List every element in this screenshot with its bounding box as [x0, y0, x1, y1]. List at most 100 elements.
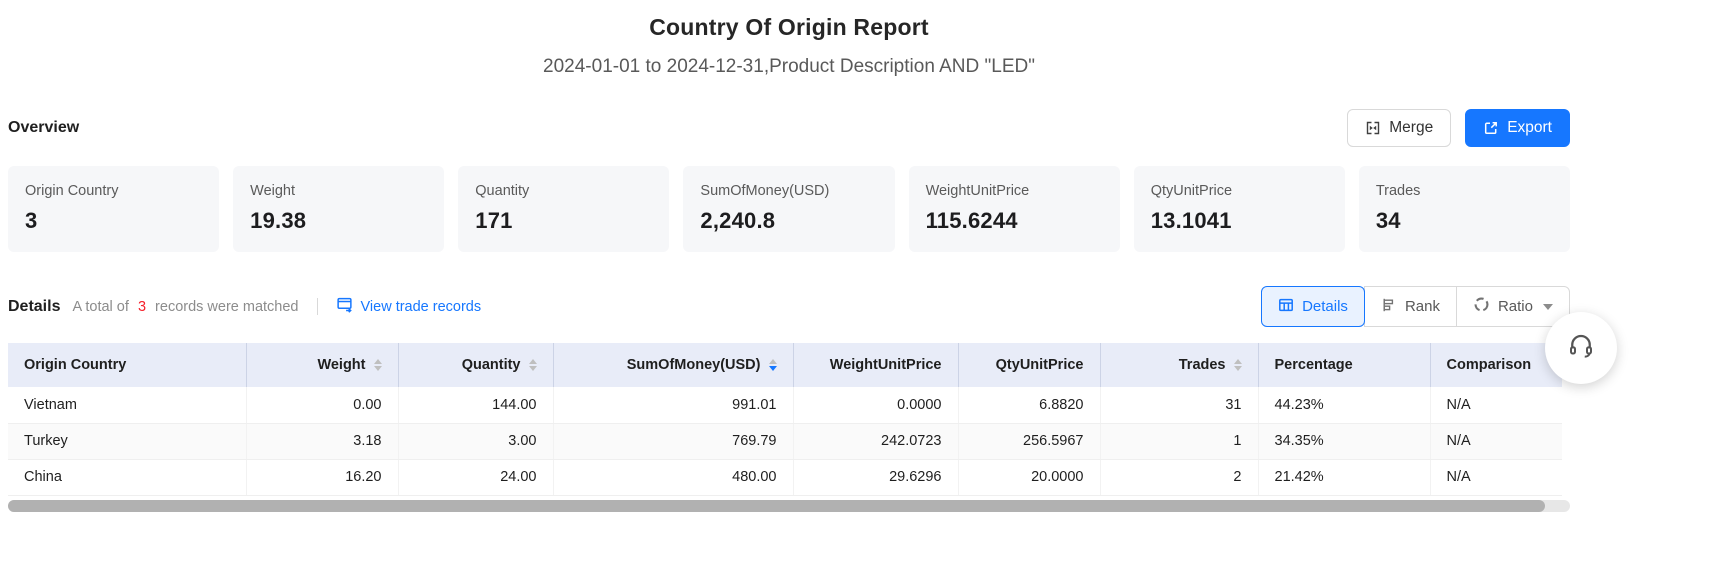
column-header-weight-unit-price: WeightUnitPrice — [793, 343, 958, 387]
merge-cells-icon — [1365, 120, 1381, 136]
cell-quantity: 144.00 — [398, 387, 553, 423]
stat-card-quantity: Quantity 171 — [458, 166, 669, 252]
horizontal-scrollbar[interactable] — [8, 500, 1570, 512]
external-link-icon — [1483, 120, 1499, 136]
stat-card-trades: Trades 34 — [1359, 166, 1570, 252]
export-button-label: Export — [1507, 119, 1552, 137]
column-header-origin-country: Origin Country — [8, 343, 246, 387]
headset-icon — [1566, 331, 1596, 366]
cell-weight: 0.00 — [246, 387, 398, 423]
cell-comparison: N/A — [1430, 423, 1562, 459]
column-label: WeightUnitPrice — [830, 357, 942, 373]
overview-bar: Overview Merge Export — [8, 109, 1570, 147]
column-header-percentage: Percentage — [1258, 343, 1430, 387]
column-label: Quantity — [462, 357, 521, 373]
stat-card-origin-country: Origin Country 3 — [8, 166, 219, 252]
table-row: Vietnam 0.00 144.00 991.01 0.0000 6.8820… — [8, 387, 1562, 423]
cell-sum-of-money: 480.00 — [553, 459, 793, 495]
match-summary: A total of 3 records were matched — [72, 299, 298, 315]
match-count: 3 — [138, 299, 146, 315]
scrollbar-thumb[interactable] — [8, 500, 1545, 512]
column-header-trades[interactable]: Trades — [1100, 343, 1258, 387]
stat-label: Trades — [1376, 183, 1553, 199]
stat-label: QtyUnitPrice — [1151, 183, 1328, 199]
column-label: Trades — [1179, 357, 1226, 373]
table-row: China 16.20 24.00 480.00 29.6296 20.0000… — [8, 459, 1562, 495]
caret-down-icon — [1543, 304, 1553, 310]
sort-carets-icon[interactable] — [1234, 359, 1242, 371]
cell-weight: 3.18 — [246, 423, 398, 459]
column-header-quantity[interactable]: Quantity — [398, 343, 553, 387]
stat-card-qty-unit-price: QtyUnitPrice 13.1041 — [1134, 166, 1345, 252]
merge-button[interactable]: Merge — [1347, 109, 1451, 147]
details-bar: Details A total of 3 records were matche… — [8, 286, 1570, 327]
view-trade-records-link[interactable]: View trade records — [336, 296, 482, 317]
page-subtitle: 2024-01-01 to 2024-12-31,Product Descrip… — [8, 56, 1570, 78]
view-trade-records-label: View trade records — [361, 299, 482, 315]
stat-value: 171 — [475, 208, 652, 234]
cell-percentage: 21.42% — [1258, 459, 1430, 495]
view-switcher: Details Rank Ratio — [1261, 286, 1570, 327]
cell-weight-unit-price: 29.6296 — [793, 459, 958, 495]
ratio-circle-icon — [1473, 296, 1490, 317]
column-label: Comparison — [1447, 357, 1532, 373]
column-label: Percentage — [1275, 357, 1353, 373]
stat-label: Origin Country — [25, 183, 202, 199]
cell-sum-of-money: 769.79 — [553, 423, 793, 459]
stat-value: 2,240.8 — [700, 208, 877, 234]
sort-carets-icon[interactable] — [529, 359, 537, 371]
cell-origin-country: China — [8, 459, 246, 495]
tab-ratio[interactable]: Ratio — [1456, 286, 1570, 327]
cell-sum-of-money: 991.01 — [553, 387, 793, 423]
cell-quantity: 24.00 — [398, 459, 553, 495]
rank-bars-icon — [1381, 297, 1397, 317]
table-body: Vietnam 0.00 144.00 991.01 0.0000 6.8820… — [8, 387, 1562, 495]
stat-value: 115.6244 — [926, 208, 1103, 234]
summary-prefix: A total of — [72, 299, 128, 315]
sort-carets-icon[interactable] — [374, 359, 382, 371]
details-heading: Details — [8, 298, 60, 316]
stat-value: 34 — [1376, 208, 1553, 234]
tab-rank-label: Rank — [1405, 298, 1440, 315]
page-title: Country Of Origin Report — [8, 14, 1570, 41]
cell-weight-unit-price: 0.0000 — [793, 387, 958, 423]
sort-carets-icon[interactable] — [769, 359, 777, 371]
cell-trades: 31 — [1100, 387, 1258, 423]
cell-qty-unit-price: 6.8820 — [958, 387, 1100, 423]
tab-details-label: Details — [1302, 298, 1348, 315]
stat-label: WeightUnitPrice — [926, 183, 1103, 199]
cell-qty-unit-price: 256.5967 — [958, 423, 1100, 459]
column-header-comparison: Comparison — [1430, 343, 1562, 387]
column-header-sum-of-money[interactable]: SumOfMoney(USD) — [553, 343, 793, 387]
cell-trades: 1 — [1100, 423, 1258, 459]
stat-label: Quantity — [475, 183, 652, 199]
tab-details[interactable]: Details — [1261, 286, 1365, 327]
column-header-weight[interactable]: Weight — [246, 343, 398, 387]
cell-comparison: N/A — [1430, 459, 1562, 495]
column-label: SumOfMoney(USD) — [627, 357, 761, 373]
cell-quantity: 3.00 — [398, 423, 553, 459]
cell-qty-unit-price: 20.0000 — [958, 459, 1100, 495]
export-button[interactable]: Export — [1465, 109, 1570, 147]
cell-percentage: 44.23% — [1258, 387, 1430, 423]
cell-comparison: N/A — [1430, 387, 1562, 423]
cell-weight: 16.20 — [246, 459, 398, 495]
column-label: QtyUnitPrice — [996, 357, 1084, 373]
cell-percentage: 34.35% — [1258, 423, 1430, 459]
stat-label: Weight — [250, 183, 427, 199]
overview-cards: Origin Country 3 Weight 19.38 Quantity 1… — [8, 166, 1570, 252]
stat-card-weight: Weight 19.38 — [233, 166, 444, 252]
stat-value: 19.38 — [250, 208, 427, 234]
trade-records-icon — [336, 296, 353, 317]
toolbar: Merge Export — [1347, 109, 1570, 147]
cell-weight-unit-price: 242.0723 — [793, 423, 958, 459]
tab-rank[interactable]: Rank — [1364, 286, 1457, 327]
details-table: Origin Country Weight Quantity SumOfMone… — [8, 343, 1562, 496]
stat-card-weight-unit-price: WeightUnitPrice 115.6244 — [909, 166, 1120, 252]
customer-service-button[interactable] — [1545, 312, 1617, 384]
tab-ratio-label: Ratio — [1498, 298, 1533, 315]
column-label: Weight — [317, 357, 365, 373]
report-page: Country Of Origin Report 2024-01-01 to 2… — [0, 0, 1578, 512]
cell-origin-country: Turkey — [8, 423, 246, 459]
divider — [317, 298, 318, 315]
